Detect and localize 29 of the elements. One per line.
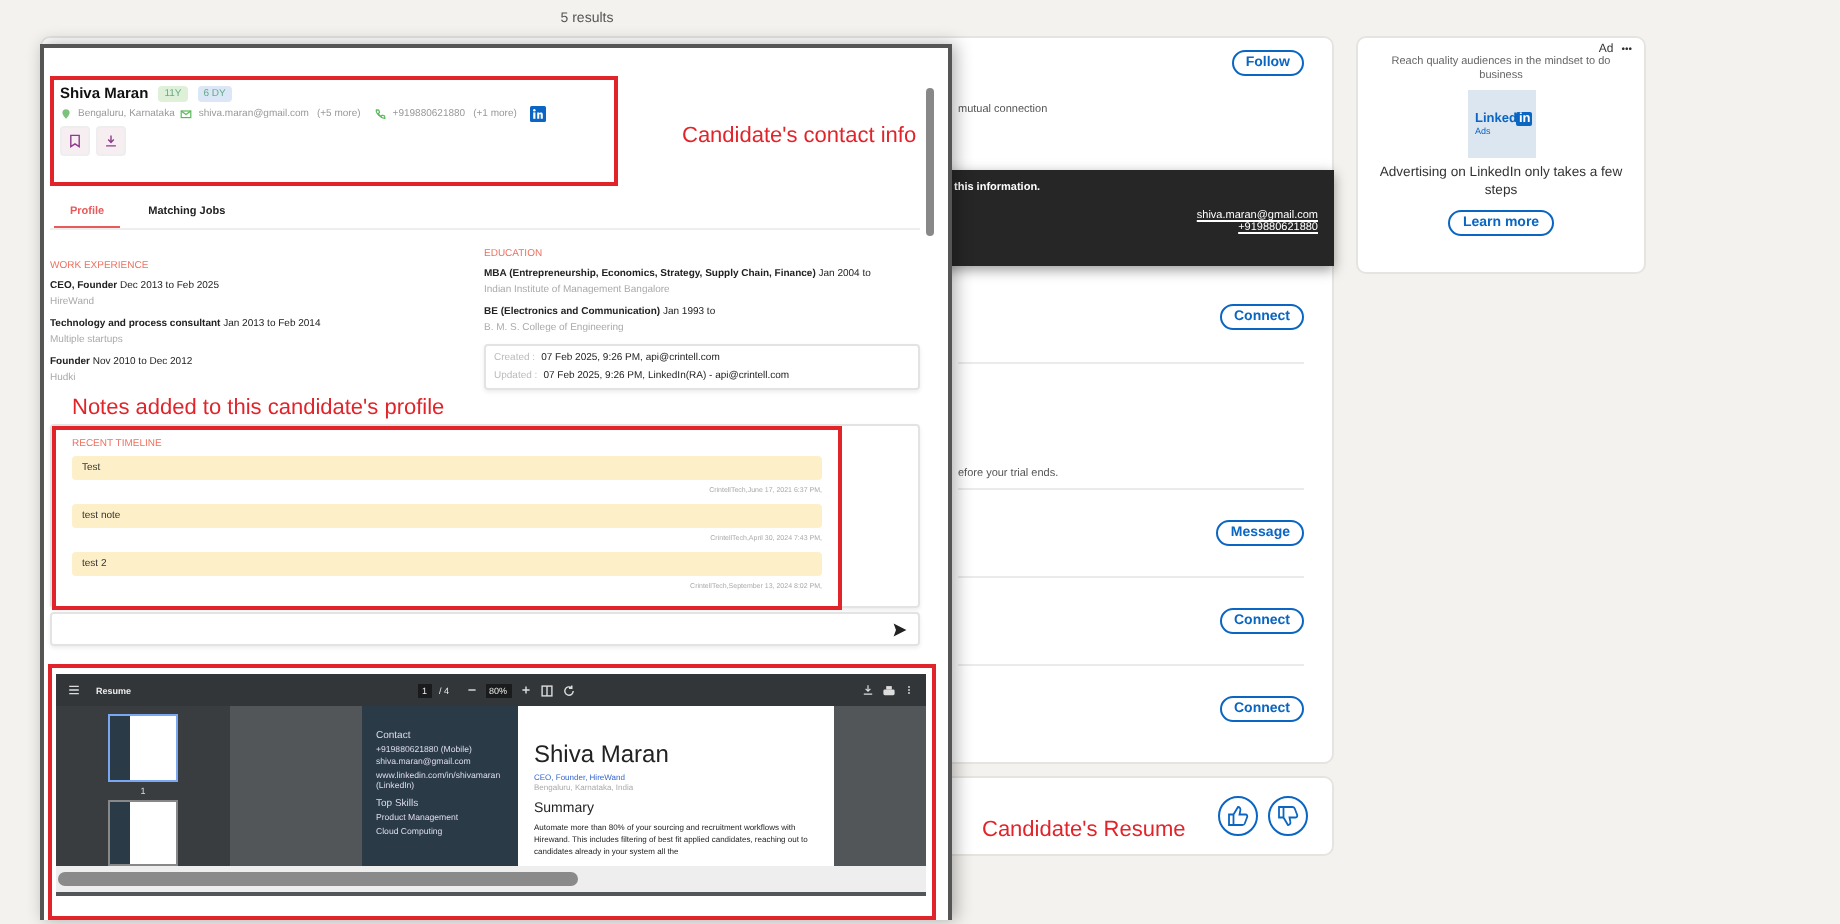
annotation-label: Candidate's contact info	[682, 123, 917, 147]
menu-icon[interactable]	[68, 684, 80, 696]
linkedin-icon[interactable]	[530, 106, 547, 122]
thumbs-up-icon	[1226, 804, 1250, 828]
annotation-label: Notes added to this candidate's profile	[72, 396, 447, 420]
zoom-in-icon[interactable]	[519, 684, 532, 696]
page-thumbnail[interactable]	[108, 799, 178, 866]
fit-page-icon[interactable]	[539, 683, 554, 697]
note-input-field[interactable]	[50, 612, 920, 646]
page-thumbnail[interactable]	[108, 714, 178, 781]
resume-name: Shiva Maran	[534, 740, 671, 768]
download-icon[interactable]	[862, 684, 874, 696]
zoom-out-icon[interactable]	[465, 684, 478, 696]
bookmark-button[interactable]	[60, 126, 90, 156]
send-icon[interactable]	[892, 621, 908, 637]
mail-icon	[180, 108, 193, 120]
thumbs-down-icon	[1276, 804, 1300, 828]
annotation-label: Candidate's Resume	[982, 818, 1186, 842]
download-button[interactable]	[96, 126, 126, 156]
location-pin-icon	[60, 108, 72, 120]
thumbs-down-button[interactable]	[1268, 796, 1308, 836]
rotate-icon[interactable]	[561, 683, 576, 697]
scrollbar-thumb[interactable]	[926, 88, 934, 236]
thumbs-up-button[interactable]	[1218, 796, 1258, 836]
print-icon[interactable]	[882, 683, 896, 697]
phone-icon	[374, 108, 387, 120]
download-icon	[104, 134, 118, 148]
scrollbar-thumb[interactable]	[58, 872, 578, 886]
bookmark-icon	[68, 134, 82, 148]
